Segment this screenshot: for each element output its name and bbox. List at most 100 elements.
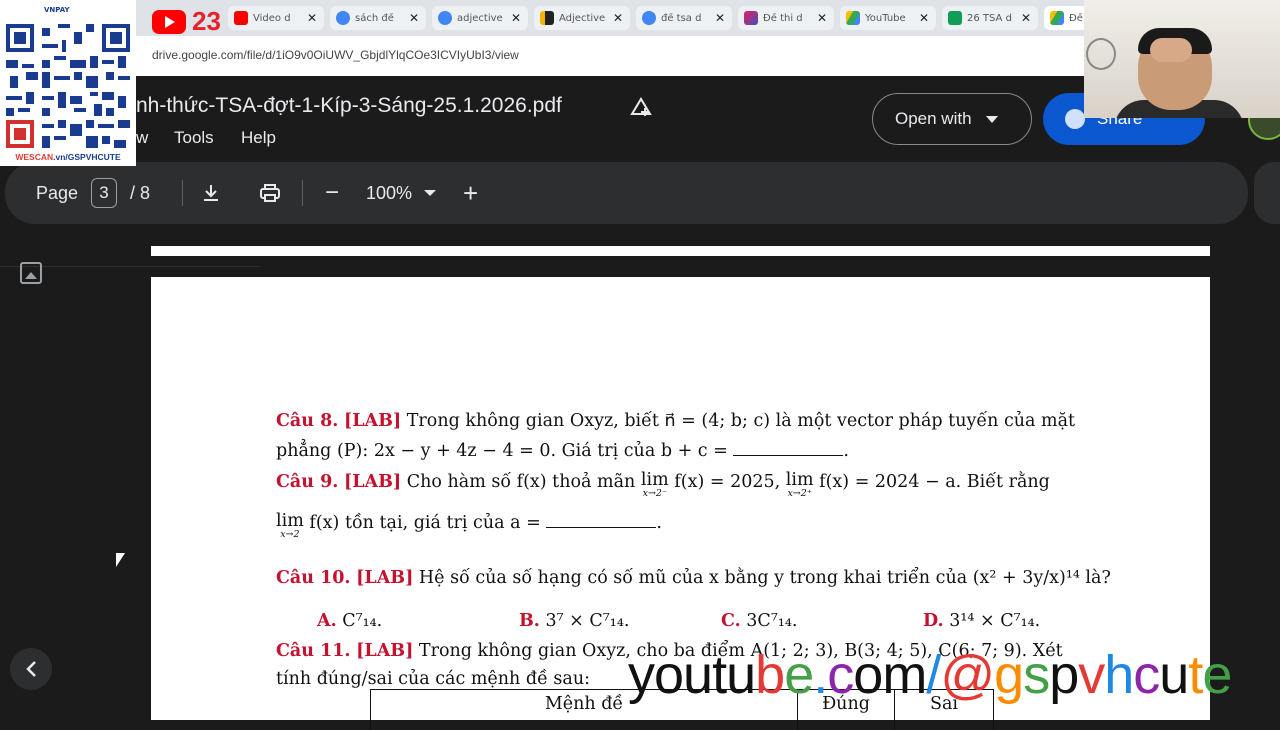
zoom-out-button[interactable]: − xyxy=(325,162,339,224)
chevron-down-icon xyxy=(985,115,998,123)
google-icon xyxy=(642,11,656,25)
menu-help[interactable]: Help xyxy=(241,128,276,148)
watermark-letter: s xyxy=(1023,645,1050,705)
tab-label: YouTube xyxy=(865,12,906,24)
watermark-letter: o xyxy=(853,645,883,705)
browser-tab[interactable]: Video d ✕ xyxy=(228,6,324,30)
limit-symbol: lim xyxy=(276,511,304,531)
print-icon[interactable] xyxy=(259,162,281,224)
close-tab-icon[interactable]: ✕ xyxy=(612,11,624,25)
minus-icon: − xyxy=(325,179,340,206)
browser-tab[interactable]: đề tsa d ✕ xyxy=(636,6,732,30)
option-letter: D. xyxy=(923,611,944,631)
sheets-icon xyxy=(948,11,962,25)
answer-blank xyxy=(733,441,844,456)
image-icon[interactable] xyxy=(20,262,42,284)
qr-code-icon xyxy=(6,24,130,148)
watermark-letter: t xyxy=(712,645,727,705)
watermark-letter: . xyxy=(813,645,828,705)
mouse-cursor xyxy=(116,553,125,567)
watermark-letter: t xyxy=(1188,645,1203,705)
tab-label: Adjective xyxy=(559,12,606,24)
close-tab-icon[interactable]: ✕ xyxy=(918,11,930,25)
open-with-button[interactable]: Open with xyxy=(872,93,1032,145)
watermark-letter: u xyxy=(683,645,713,705)
option-value: 3⁷ × C⁷₁₄. xyxy=(545,611,630,631)
punctuation: . xyxy=(656,513,662,533)
option-a: A. C⁷₁₄. xyxy=(317,611,382,631)
google-icon xyxy=(438,11,452,25)
question-9-line-2: lim x→2 f(x) tồn tại, giá trị của a = . xyxy=(276,511,662,540)
close-tab-icon[interactable]: ✕ xyxy=(408,11,420,25)
google-icon xyxy=(336,11,350,25)
watermark-letter: u xyxy=(726,645,756,705)
close-tab-icon[interactable]: ✕ xyxy=(1020,11,1032,25)
zoom-in-button[interactable]: + xyxy=(463,162,478,224)
zoom-value: 100% xyxy=(366,182,413,203)
add-shortcut-icon[interactable] xyxy=(630,96,652,118)
total-pages: / 8 xyxy=(130,162,150,224)
question-text: Hệ số của số hạng có số mũ của x bằng y … xyxy=(418,568,1111,588)
chevron-down-icon xyxy=(424,190,437,196)
watermark-letter: h xyxy=(1104,645,1134,705)
tab-label: Video d xyxy=(253,12,291,24)
tab-label: 26 TSA d xyxy=(967,12,1012,24)
watermark-letter: e xyxy=(1202,645,1232,705)
limit-subscript: x→2⁻ xyxy=(642,488,667,499)
close-tab-icon[interactable]: ✕ xyxy=(306,11,318,25)
chevron-left-icon xyxy=(26,661,36,677)
option-letter: C. xyxy=(721,611,741,631)
divider xyxy=(182,180,183,206)
current-page[interactable]: 3 xyxy=(91,178,117,208)
browser-tab[interactable]: sách đề ✕ xyxy=(330,6,426,30)
option-c: C. 3C⁷₁₄. xyxy=(721,611,797,631)
page-number-input[interactable]: 3 xyxy=(91,162,117,224)
toolbar-extra[interactable] xyxy=(1254,162,1280,224)
watermark-letter: y xyxy=(628,645,655,705)
file-name: nh-thức-TSA-đợt-1-Kíp-3-Sáng-25.1.2026.p… xyxy=(136,94,562,117)
close-tab-icon[interactable]: ✕ xyxy=(816,11,828,25)
watermark-letter: / xyxy=(926,645,941,705)
tab-label: Đề thi d xyxy=(763,12,803,24)
watermark-letter: e xyxy=(784,645,814,705)
option-b: B. 3⁷ × C⁷₁₄. xyxy=(519,611,629,631)
pdf-toolbar: Page 3 / 8 − 100% + xyxy=(5,162,1248,224)
watermark-letter: m xyxy=(882,645,927,705)
question-label: Câu 9. xyxy=(276,472,339,492)
menu-tools[interactable]: Tools xyxy=(174,128,214,148)
total-pages-text: / 8 xyxy=(130,182,151,203)
watermark-letter: p xyxy=(1049,645,1079,705)
divider xyxy=(302,180,303,206)
limit-symbol: lim xyxy=(640,470,669,490)
tab-label: adjective xyxy=(457,12,503,24)
option-letter: B. xyxy=(519,611,540,631)
question-tag: [LAB] xyxy=(356,568,414,588)
menu-view[interactable]: w xyxy=(136,128,148,148)
browser-tab[interactable]: YouTube ✕ xyxy=(840,6,936,30)
question-label: Câu 11. xyxy=(276,641,351,661)
previous-page-button[interactable] xyxy=(10,648,52,690)
browser-tab[interactable]: Adjective ✕ xyxy=(534,6,630,30)
close-tab-icon[interactable]: ✕ xyxy=(714,11,726,25)
question-label: Câu 8. xyxy=(276,411,339,431)
question-text: Trong không gian Oxyz, biết n⃗ = (4; b; … xyxy=(406,411,1076,431)
option-value: 3C⁷₁₄. xyxy=(746,611,798,631)
close-tab-icon[interactable]: ✕ xyxy=(510,11,522,25)
watermark-letter: v xyxy=(1078,645,1105,705)
browser-tab[interactable]: adjective ✕ xyxy=(432,6,528,30)
browser-tab[interactable]: 26 TSA d ✕ xyxy=(942,6,1038,30)
question-label: Câu 10. xyxy=(276,568,351,588)
question-text: Cho hàm số f(x) thoả mãn xyxy=(406,472,636,492)
tab-label: đề tsa d xyxy=(661,12,702,24)
url-text[interactable]: drive.google.com/file/d/1iO9v0OiUWV_Gbjd… xyxy=(152,48,519,62)
option-letter: A. xyxy=(317,611,337,631)
watermark-letter: @ xyxy=(940,645,995,705)
qr-caption-brand: WESCAN xyxy=(15,152,54,162)
qr-code-overlay: VNPAY WESCAN.vn/GSPVHCUTE xyxy=(0,0,136,166)
wall-clock xyxy=(1086,38,1116,70)
download-icon[interactable] xyxy=(201,162,221,224)
browser-tab[interactable]: Đề thi d ✕ xyxy=(738,6,834,30)
watermark-letter: c xyxy=(1133,645,1160,705)
option-value: C⁷₁₄. xyxy=(342,611,383,631)
zoom-select[interactable]: 100% xyxy=(366,162,437,224)
